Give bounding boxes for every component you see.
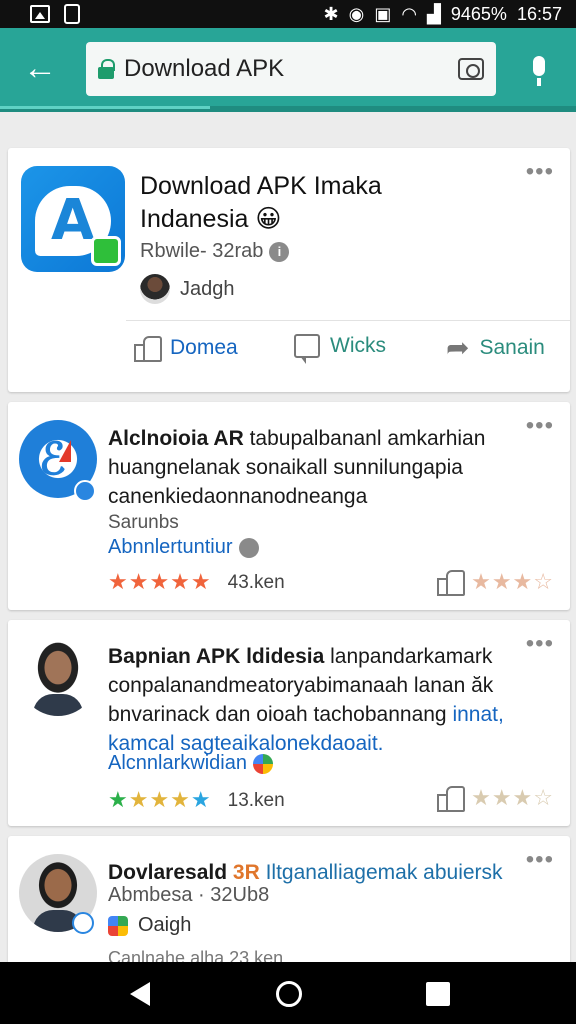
share-button[interactable]: ➦ Sanain — [446, 334, 545, 362]
rating-count: 13.ken — [227, 789, 285, 811]
star-rating: ★★★★★ — [108, 570, 212, 595]
thumbs-up-icon — [134, 334, 162, 362]
result-snippet[interactable]: Bapnian APK ldidesia lanpandarkamark con… — [108, 642, 528, 758]
top-result-card[interactable]: A Download APK Imaka Indanesia 😀 ••• Rbw… — [8, 148, 570, 392]
vote-stars[interactable]: ★★★☆ — [471, 786, 554, 811]
nav-recents-icon[interactable] — [426, 982, 450, 1006]
result-snippet[interactable]: Alclnoioia AR tabupalbananl amkarhian hu… — [108, 424, 528, 511]
mic-icon[interactable] — [526, 56, 552, 90]
site-icon — [238, 537, 259, 558]
result-author[interactable]: Oaigh — [108, 914, 191, 937]
comment-icon — [294, 334, 320, 364]
share-icon: ➦ — [446, 332, 470, 363]
nav-back-icon[interactable] — [130, 982, 150, 1006]
star-rating: ★★★★★ — [108, 788, 212, 813]
verified-badge — [74, 480, 96, 502]
lock-icon — [98, 59, 115, 79]
result-snippet[interactable]: Dovlaresald 3R Iltganalliagemak abuiersk — [108, 858, 528, 887]
result-source: Sarunbs — [108, 512, 179, 533]
vote-control[interactable]: ★★★☆ — [437, 784, 554, 812]
bluetooth-icon: ✱ — [323, 4, 339, 24]
info-icon: i — [269, 241, 290, 262]
more-icon[interactable]: ••• — [526, 160, 554, 184]
search-input[interactable] — [124, 55, 458, 83]
result-card[interactable]: ••• Bapnian APK ldidesia lanpandarkamark… — [8, 620, 570, 826]
result-meta: Abmbesa · 32Ub8 — [108, 884, 270, 906]
more-icon[interactable]: ••• — [526, 848, 554, 872]
result-site-link[interactable]: Abnnlertuntiur — [108, 536, 259, 559]
clock: 16:57 — [516, 3, 562, 24]
system-nav-bar — [0, 962, 576, 1024]
top-result-meta: Rbwile- 32rab i — [140, 240, 290, 263]
alarm-icon: ◉ — [348, 4, 365, 24]
thumbs-up-icon[interactable] — [437, 568, 466, 596]
image-icon — [30, 5, 50, 23]
top-result-title[interactable]: Download APK Imaka Indanesia 😀 — [140, 170, 520, 236]
result-rating: ★★★★★ 43.ken — [108, 570, 285, 595]
camera-icon[interactable] — [458, 58, 484, 80]
top-result-author[interactable]: Jadgh — [140, 274, 235, 304]
nav-home-icon[interactable] — [276, 981, 302, 1007]
avatar — [140, 274, 170, 304]
battery-percent: 9465% — [450, 3, 507, 24]
more-icon[interactable]: ••• — [526, 632, 554, 656]
site-icon — [252, 753, 273, 774]
search-toolbar: ← — [0, 28, 576, 112]
vote-stars[interactable]: ★★★☆ — [471, 570, 554, 595]
like-button[interactable]: Domea — [134, 334, 238, 362]
nfc-icon: ▣ — [374, 4, 392, 24]
verified-badge — [72, 912, 94, 934]
comment-button[interactable]: Wicks — [294, 334, 386, 364]
result-card[interactable]: ℰ ••• Alclnoioia AR tabupalbananl amkarh… — [8, 402, 570, 610]
divider — [126, 320, 570, 321]
result-rating: ★★★★★ 13.ken — [108, 788, 285, 813]
app-icon — [108, 915, 128, 936]
wifi-icon: ◠ — [401, 4, 418, 24]
search-box[interactable] — [86, 42, 496, 96]
result-avatar[interactable] — [19, 638, 97, 716]
action-bar: Domea Wicks ➦ Sanain — [8, 334, 570, 374]
more-icon[interactable]: ••• — [526, 414, 554, 438]
thumbs-up-icon[interactable] — [437, 784, 466, 812]
signal-icon: ▟ — [427, 4, 441, 24]
toolbar-underline — [0, 106, 576, 112]
rating-count: 43.ken — [227, 571, 285, 593]
result-card[interactable]: ••• Dovlaresald 3R Iltganalliagemak abui… — [8, 836, 570, 968]
app-logo[interactable]: A — [21, 166, 125, 272]
vote-control[interactable]: ★★★☆ — [437, 568, 554, 596]
phone-icon — [64, 4, 80, 24]
status-bar: ✱ ◉ ▣ ◠ ▟ 9465% 16:57 — [0, 0, 576, 28]
result-site-link[interactable]: Alcnnlarkwidian — [108, 752, 273, 775]
back-arrow-icon[interactable]: ← — [20, 48, 60, 88]
